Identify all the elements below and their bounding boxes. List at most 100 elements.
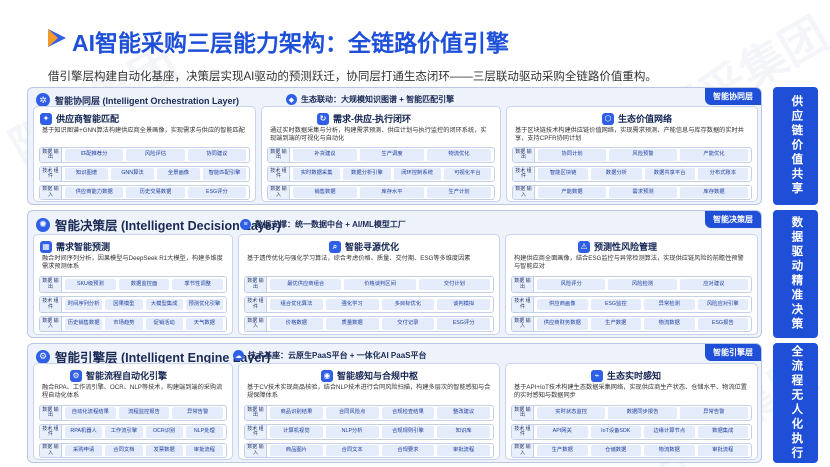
layer-collaboration: ✲ 智能协同层 (Intelligent Orchestration Layer… <box>27 87 762 205</box>
card-description: 构建供应商全面画像，结合ESG监控与异常检测算法，实现供应链风险的前瞻性预警与智… <box>514 255 744 271</box>
card-description: 基于知识图谱+GNN算法构建供应商全景画像，实现需求与供应的智能匹配 <box>42 127 245 134</box>
row-label: 数据 输入 <box>245 444 267 457</box>
row-label: 数据 输出 <box>245 406 267 420</box>
card-title: ✦ 供应商智能匹配 <box>40 112 119 125</box>
item: 审批流程 <box>437 444 490 457</box>
database-icon: ≡ <box>240 219 251 230</box>
item: 产能优化 <box>680 149 748 161</box>
side-label-unmanned-execution: 全流程无人化执行 <box>773 343 818 463</box>
page-title: AI智能采购三层能力架构：全链路价值引擎 <box>72 30 509 56</box>
item: ESG评分 <box>437 318 490 330</box>
item: 合规规则引擎 <box>381 426 435 438</box>
item: 全景画像 <box>157 168 200 180</box>
item: 物流优化 <box>427 149 491 161</box>
item: 谈判模拟 <box>437 298 490 311</box>
item: 匹配推荐分 <box>65 149 124 161</box>
item: 流程监控报告 <box>118 407 170 419</box>
item: 需求预测 <box>609 186 677 199</box>
row-content: SKU级预测 数据监控面 季节性调整 <box>62 277 226 292</box>
row-output: 数据 输出 SKU级预测 数据监控面 季节性调整 <box>39 276 227 293</box>
row-components: 技术 组件 时间序列分析 因果模型 大模型集成 预测优化引擎 <box>39 296 227 313</box>
item: 组合优化算法 <box>270 298 323 311</box>
item: 审批流程 <box>697 444 748 457</box>
page-root: 阳采集团 阳采集团 阳采集团 阳采集团 AI智能采购三层能力架构：全链路价值引擎… <box>0 0 830 467</box>
row-label: 技术 组件 <box>513 167 535 181</box>
item: 智能区块链 <box>538 168 589 180</box>
row-input: 数据 输入 生产数据 仓储数据 物流数据 审批流程 <box>511 443 752 458</box>
network-icon: ✲ <box>36 93 50 107</box>
item: 计算机视觉 <box>270 426 323 438</box>
row-components: 技术 组件 知识图谱 GNN算法 全景画像 智能匹配引擎 <box>39 166 250 182</box>
row-label: 数据 输入 <box>268 186 290 199</box>
row-output: 数据 输出 协同计划 风险预警 产能优化 <box>512 147 752 163</box>
item: 发票数据 <box>145 444 183 457</box>
item: 商品图片 <box>270 444 323 457</box>
row-content: 采购申请 合同文档 发票数据 审批流程 <box>62 444 226 457</box>
row-components: 技术 组件 供应商画像 ESG监控 异常检测 风险应对引擎 <box>511 296 752 313</box>
item: ESG评分 <box>187 186 246 199</box>
card-description: 融合RPA、工作流引擎、OCR、NLP等技术，构建端到端的采购流程自动化体系 <box>42 384 223 400</box>
item: 数据同步报告 <box>608 407 677 419</box>
card-title: ▦ 需求智能预测 <box>40 240 110 253</box>
layer-title: ✲ 智能协同层 (Intelligent Orchestration Layer… <box>36 93 239 107</box>
card-sourcing-optimization: ⌕ 智能寻源优化 基于遗传优化与强化学习算法，综合考虑价格、质量、交付期、ESG… <box>238 234 500 335</box>
card-title: ↻ 需求-供应-执行闭环 <box>317 112 411 125</box>
card-description: 基于遗传优化与强化学习算法，综合考虑价格、质量、交付期、ESG等多维度因素 <box>247 255 471 262</box>
row-input: 数据 输入 供应商能力数据 历史交易数据 ESG评分 <box>39 185 250 200</box>
item: 天气数据 <box>185 318 223 330</box>
item: 风险预警 <box>609 149 677 161</box>
card-title-text: 智能流程自动化引擎 <box>86 371 168 381</box>
card-title: ⌁ 生态实时感知 <box>591 369 661 382</box>
card-title: ◉ 智能感知与合规中枢 <box>321 369 418 382</box>
item: 知识图谱 <box>65 168 108 180</box>
item: 智能匹配引擎 <box>203 168 246 180</box>
card-title-text: 智能感知与合规中枢 <box>337 371 419 381</box>
item: 审批流程 <box>185 444 223 457</box>
item: 大模型集成 <box>145 298 183 311</box>
row-content: 知识图谱 GNN算法 全景画像 智能匹配引擎 <box>62 167 249 181</box>
item: 价格数据 <box>270 318 323 330</box>
item: 风险检测 <box>608 278 677 291</box>
gear-icon: ⚙ <box>36 349 50 364</box>
card-title: ⚙ 智能流程自动化引擎 <box>70 369 167 382</box>
layer-strip: ☁ 技术基座：云原生PaaS平台 + 一体化AI PaaS平台 <box>233 350 426 361</box>
row-components: 技术 组件 计算机视觉 NLP分析 合规规则引擎 知识库 <box>244 424 494 440</box>
card-description: 融合时间序列分析，因果模型与DeepSeek R1大模型，构建多维度需求预测体系 <box>42 255 223 271</box>
brain-icon: ✺ <box>36 217 50 232</box>
item: 合规检查结果 <box>381 407 435 419</box>
item: 实时状态监控 <box>537 407 606 419</box>
item: 季节性调整 <box>172 278 224 291</box>
item: 合规要求 <box>381 444 435 457</box>
item: 可视化平台 <box>443 168 491 180</box>
row-content: RPA机器人 工作流引擎 OCR识别 NLP处理 <box>62 425 226 439</box>
item: 市场趋势 <box>105 318 143 330</box>
loop-icon: ↻ <box>317 112 329 125</box>
graph-icon: ⬡ <box>602 112 614 125</box>
row-components: 技术 组件 智能区块链 数据分析 数据共享平台 分布式账本 <box>512 166 752 182</box>
card-ecosystem-sensing: ⌁ 生态实时感知 基于API+IoT技术构建生态数据采集网络，实现供应商生产状态… <box>505 363 758 460</box>
row-content: 历史销售数据 市场趋势 促销活动 天气数据 <box>62 317 226 331</box>
item: SKU级预测 <box>65 278 116 291</box>
row-input: 数据 输入 商品图片 合同文本 合规要求 审批流程 <box>244 443 494 458</box>
eye-icon: ◉ <box>321 369 333 382</box>
warning-icon: ⚠ <box>578 240 590 253</box>
row-label: 技术 组件 <box>40 167 62 181</box>
item: 商品识别结果 <box>270 407 323 419</box>
layer-strip: ≡ 数据支撑：统一数据中台 + AI/ML模型工厂 <box>240 219 406 230</box>
row-label: 数据 输出 <box>40 148 62 162</box>
row-label: 技术 组件 <box>245 297 267 312</box>
item: 边缘计算节点 <box>644 426 695 438</box>
item: 合同文档 <box>105 444 143 457</box>
item: 数据分析引擎 <box>343 168 391 180</box>
card-process-automation: ⚙ 智能流程自动化引擎 融合RPA、工作流引擎、OCR、NLP等技术，构建端到端… <box>33 363 233 460</box>
card-demand-forecast: ▦ 需求智能预测 融合时间序列分析，因果模型与DeepSeek R1大模型，构建… <box>33 234 233 335</box>
item: 工作流引擎 <box>105 426 143 438</box>
brand-logo-icon <box>48 29 66 47</box>
side-label-text: 全流程无人化执行 <box>790 345 803 461</box>
row-label: 数据 输入 <box>512 444 534 457</box>
row-label: 数据 输入 <box>40 444 62 457</box>
layer-engine: ⚙ 智能引擎层 (Intelligent Engine Layer) 智能引擎层… <box>27 343 762 463</box>
item: 供应商画像 <box>537 298 588 311</box>
card-title-text: 智能寻源优化 <box>345 242 400 252</box>
card-title-text: 生态价值网络 <box>618 114 673 124</box>
